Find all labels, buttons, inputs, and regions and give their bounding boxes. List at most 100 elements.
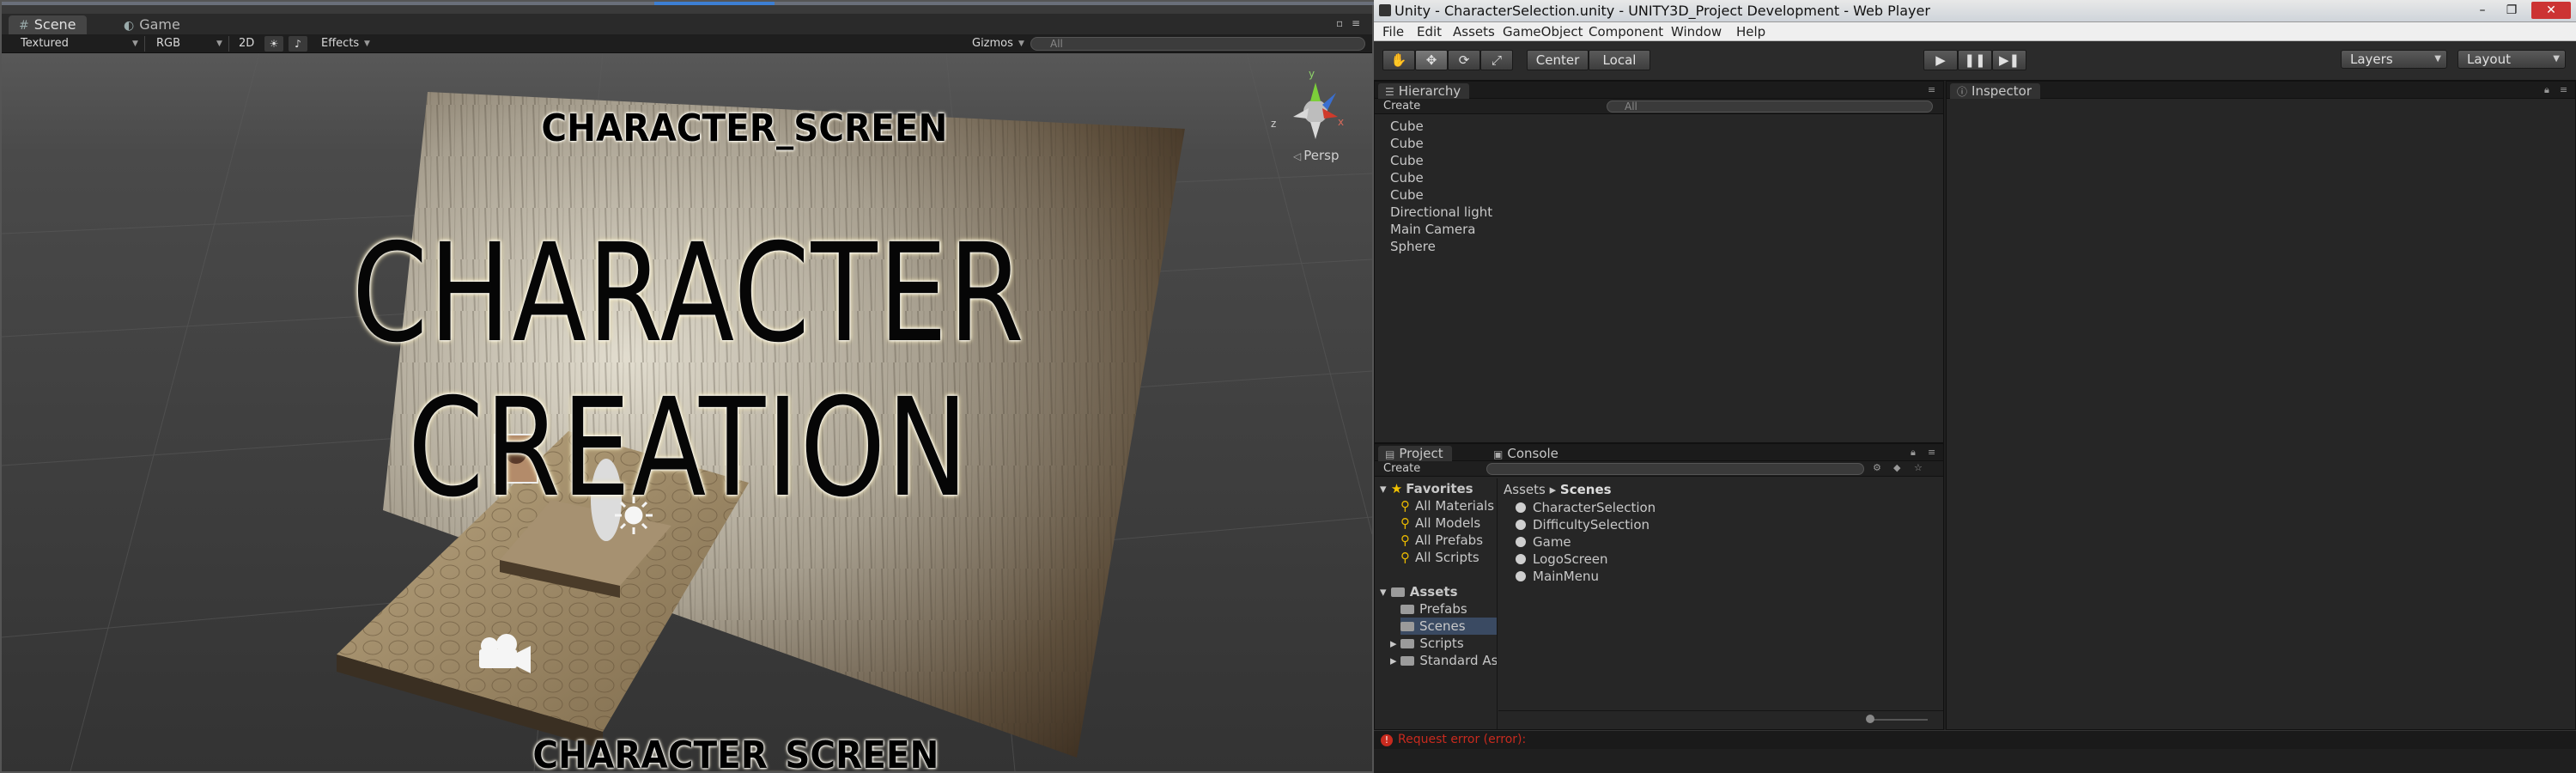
chevron-right-icon: ▸ <box>1390 653 1397 668</box>
filter-type-icon[interactable]: ⚙ <box>1873 462 1881 473</box>
menu-window[interactable]: Window <box>1671 24 1722 40</box>
star-icon[interactable]: ☆ <box>1914 462 1923 473</box>
scene-file[interactable]: LogoScreen <box>1516 551 1608 568</box>
panel-menu-icon[interactable]: ≡ <box>1352 17 1360 29</box>
menu-help[interactable]: Help <box>1736 24 1765 40</box>
folder-icon <box>1400 656 1415 666</box>
tab-game[interactable]: ◐ Game <box>113 15 191 34</box>
menu-file[interactable]: File <box>1382 24 1404 40</box>
hierarchy-item[interactable]: Cube <box>1390 152 1424 169</box>
project-create-dropdown[interactable]: Create <box>1383 462 1420 475</box>
slider-handle[interactable] <box>1866 715 1874 723</box>
favorites-node[interactable]: ▾ ★ Favorites <box>1380 480 1473 497</box>
tab-scene[interactable]: # Scene <box>9 15 87 34</box>
maximize-icon[interactable]: ▫ <box>1336 17 1343 29</box>
project-divider[interactable] <box>1497 478 1498 729</box>
menu-component[interactable]: Component <box>1589 24 1663 40</box>
minimize-button[interactable]: – <box>2470 2 2495 19</box>
hierarchy-create-dropdown[interactable]: Create <box>1383 100 1420 113</box>
play-button[interactable]: ▶ <box>1923 50 1958 70</box>
pivot-center-button[interactable]: Center <box>1527 50 1589 70</box>
asset-folder-selected[interactable]: Scenes <box>1400 618 1497 635</box>
hierarchy-item[interactable]: Sphere <box>1390 238 1436 255</box>
chevron-down-icon: ▼ <box>1018 40 1024 48</box>
favorite-item[interactable]: ⚲ All Materials <box>1400 497 1494 514</box>
project-panel: ▤ Project ▣ Console 🔒︎ ≡ Create ⚙ ◆ ☆ ▾ ★ F… <box>1374 443 1944 730</box>
panel-menu-icon[interactable]: ≡ <box>2560 84 2567 95</box>
tab-inspector[interactable]: ⓘ Inspector <box>1950 83 2040 99</box>
scene-search-input[interactable]: All <box>1030 37 1365 51</box>
menu-gameobject[interactable]: GameObject <box>1503 24 1583 40</box>
move-tool-button[interactable]: ✥ <box>1415 50 1448 70</box>
menu-bar: File Edit Assets GameObject Component Wi… <box>1374 22 2576 41</box>
favorite-item[interactable]: ⚲ All Prefabs <box>1400 532 1483 549</box>
pivot-local-button[interactable]: Local <box>1589 50 1650 70</box>
layout-dropdown[interactable]: Layout ▼ <box>2458 50 2566 69</box>
hierarchy-item[interactable]: Cube <box>1390 169 1424 186</box>
hierarchy-item[interactable]: Cube <box>1390 118 1424 135</box>
layers-dropdown[interactable]: Layers ▼ <box>2341 50 2447 69</box>
scale-tool-button[interactable]: ⤢ <box>1480 50 1513 70</box>
window-top-accent <box>2 2 1376 5</box>
unity-scene-icon <box>1516 502 1526 513</box>
icon-size-slider[interactable] <box>1868 719 1928 721</box>
persp-label[interactable]: ◁ Persp <box>1293 148 1339 163</box>
gizmos-dropdown[interactable]: Gizmos <box>972 36 1013 52</box>
tab-hierarchy[interactable]: ☰ Hierarchy <box>1378 83 1470 99</box>
hierarchy-item[interactable]: Directional light <box>1390 204 1492 221</box>
asset-folder[interactable]: ▸ Standard As <box>1390 652 1497 669</box>
hand-tool-button[interactable]: ✋ <box>1382 50 1415 70</box>
pause-button[interactable]: ❚❚ <box>1958 50 1992 70</box>
favorite-item[interactable]: ⚲ All Scripts <box>1400 549 1479 566</box>
panel-menu-icon[interactable]: ≡ <box>1928 84 1935 95</box>
svg-text:x: x <box>1338 116 1344 128</box>
folder-icon <box>1400 639 1415 648</box>
folder-icon <box>1400 622 1414 631</box>
project-search-input[interactable] <box>1486 463 1864 475</box>
scene-file[interactable]: Game <box>1516 533 1571 551</box>
scene-viewport[interactable]: y x z CHARACTER_SCREEN CHARACTER CREATIO… <box>2 53 1372 771</box>
tab-project[interactable]: ▤ Project <box>1378 446 1452 461</box>
hierarchy-item[interactable]: Main Camera <box>1390 221 1475 238</box>
unity-scene-icon <box>1516 520 1526 530</box>
menu-edit[interactable]: Edit <box>1417 24 1442 40</box>
lighting-toggle[interactable]: ☀ <box>264 36 283 52</box>
menu-assets[interactable]: Assets <box>1453 24 1495 40</box>
search-icon: ⚲ <box>1400 550 1410 565</box>
character-creation-title: CHARACTER CREATION <box>351 215 1026 527</box>
scene-file[interactable]: DifficultySelection <box>1516 516 1649 533</box>
audio-toggle[interactable]: ♪ <box>289 36 307 52</box>
hierarchy-search-input[interactable]: All <box>1607 100 1933 113</box>
hierarchy-item[interactable]: Cube <box>1390 135 1424 152</box>
rotate-tool-button[interactable]: ⟳ <box>1448 50 1480 70</box>
color-mode-dropdown[interactable]: RGB <box>156 36 180 52</box>
filter-label-icon[interactable]: ◆ <box>1893 462 1900 473</box>
panel-menu-icon[interactable]: ≡ <box>1928 447 1935 458</box>
2d-toggle[interactable]: 2D <box>239 36 254 52</box>
scale-icon: ⤢ <box>1491 52 1502 68</box>
asset-folder[interactable]: ▸ Scripts <box>1390 635 1464 652</box>
scene-file[interactable]: MainMenu <box>1516 568 1599 585</box>
assets-node[interactable]: ▾ Assets <box>1380 583 1458 600</box>
lock-icon[interactable]: 🔒︎ <box>2544 84 2549 96</box>
unity-scene-icon <box>1516 571 1526 581</box>
status-bar: ! Request error (error): <box>1374 730 2576 749</box>
step-button[interactable]: ▶❚ <box>1992 50 2026 70</box>
tab-console[interactable]: ▣ Console <box>1486 446 1567 461</box>
unity-scene-icon <box>1516 554 1526 564</box>
restore-button[interactable]: ❐ <box>2499 2 2524 19</box>
close-button[interactable]: ✕ <box>2531 2 2571 19</box>
effects-dropdown[interactable]: Effects <box>321 36 359 52</box>
chevron-down-icon: ▼ <box>2553 54 2560 64</box>
render-mode-dropdown[interactable]: Textured <box>21 36 69 52</box>
error-message[interactable]: ! Request error (error): <box>1381 733 1526 746</box>
lock-icon[interactable]: 🔒︎ <box>1911 447 1916 459</box>
asset-folder[interactable]: Prefabs <box>1400 600 1467 618</box>
info-icon: ⓘ <box>1957 86 1968 98</box>
favorite-item[interactable]: ⚲ All Models <box>1400 514 1480 532</box>
scene-file[interactable]: CharacterSelection <box>1516 499 1656 516</box>
list-icon: ☰ <box>1385 86 1394 98</box>
hierarchy-panel: ☰ Hierarchy ≡ Create All Cube Cube Cube C… <box>1374 81 1944 443</box>
chevron-right-icon: ▸ <box>1390 636 1397 651</box>
hierarchy-item[interactable]: Cube <box>1390 186 1424 204</box>
